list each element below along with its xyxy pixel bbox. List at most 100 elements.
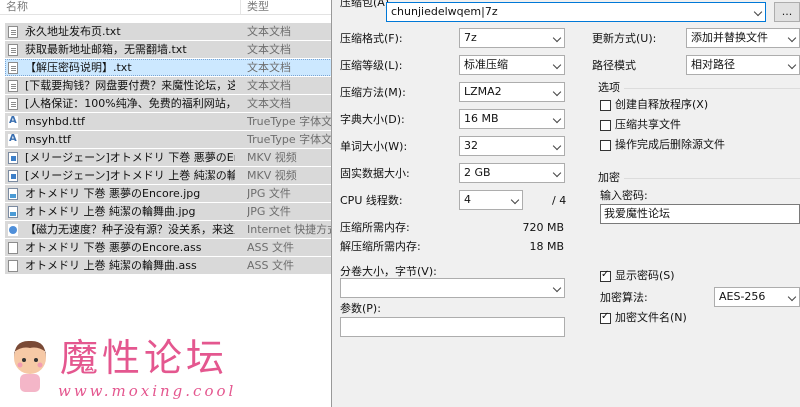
password-input[interactable]: 我爱魔性论坛 [600,204,800,224]
archive-path-combo[interactable]: chunjiedelwqem|7z [386,2,766,22]
chevron-down-icon[interactable] [510,195,520,205]
file-row[interactable]: 获取最新地址邮箱，无需翻墙.txt 文本文档 [0,41,332,59]
file-name: [下载要掏钱？网盘要付费？来魔性论坛，这... [25,79,235,92]
file-row[interactable]: [メリージェーン]オトメドリ 下巻 悪夢のEnc... MKV 视频 [0,149,332,167]
solid-size-combo[interactable]: 2 GB [459,163,565,183]
file-row[interactable]: オトメドリ 下巻 悪夢のEncore.jpg JPG 文件 [0,185,332,203]
encrypt-filenames-checkbox[interactable] [600,311,611,324]
column-type-header[interactable]: 类型 [247,0,269,14]
mem-decompress-value: 18 MB [529,240,564,253]
file-type: 文本文档 [247,43,291,56]
file-explorer-list: 名称 类型 永久地址发布页.txt 文本文档 获取最新地址邮箱，无需翻墙.txt 文本… [0,0,332,407]
word-size-value: 32 [464,139,478,152]
file-row[interactable]: 永久地址发布页.txt 文本文档 [0,23,332,41]
method-combo[interactable]: LZMA2 [459,82,565,102]
file-type: 文本文档 [247,25,291,38]
file-name: オトメドリ 上巻 純潔の輪舞曲.ass [25,259,197,272]
encryption-group-title: 加密 [598,171,620,184]
file-row[interactable]: msyh.ttf TrueType 字体文件 [0,131,332,149]
archive-label: 压缩包(A) [340,0,390,9]
file-row[interactable]: [人格保证：100%纯净、免费的福利网站，每... 文本文档 [0,95,332,113]
internet-shortcut-icon [8,224,18,236]
show-password-label[interactable]: 显示密码(S) [615,269,675,283]
chevron-down-icon[interactable] [552,87,562,97]
file-type: ASS 文件 [247,259,294,272]
mem-compress-label: 压缩所需内存: [340,221,410,234]
update-mode-combo[interactable]: 添加并替换文件 [686,28,800,48]
path-mode-value: 相对路径 [691,58,735,71]
format-combo[interactable]: 7z [459,28,565,48]
video-file-icon [8,152,18,164]
chevron-down-icon[interactable] [552,168,562,178]
path-mode-combo[interactable]: 相对路径 [686,55,800,75]
file-name: 获取最新地址邮箱，无需翻墙.txt [25,43,187,56]
file-type: 文本文档 [247,97,291,110]
file-name: 永久地址发布页.txt [25,25,121,38]
file-name: オトメドリ 下巻 悪夢のEncore.jpg [25,187,201,200]
file-type: MKV 视频 [247,169,297,182]
delete-after-checkbox[interactable] [600,140,611,151]
file-row[interactable]: オトメドリ 上巻 純潔の輪舞曲.ass ASS 文件 [0,257,332,275]
chevron-down-icon[interactable] [787,33,797,43]
word-size-combo[interactable]: 32 [459,136,565,156]
chevron-down-icon[interactable] [787,292,797,302]
file-row[interactable]: msyhbd.ttf TrueType 字体文件 [0,113,332,131]
delete-after-label[interactable]: 操作完成后删除源文件 [615,138,725,152]
file-row[interactable]: [メリージェーン]オトメドリ 上巻 純潔の輪... MKV 视频 [0,167,332,185]
cpu-threads-combo[interactable]: 4 [459,190,523,210]
column-divider[interactable] [240,0,241,14]
file-row[interactable]: オトメドリ 下巻 悪夢のEncore.ass ASS 文件 [0,239,332,257]
cpu-threads-label: CPU 线程数: [340,194,403,207]
file-type: Internet 快捷方式 [247,223,332,236]
create-sfx-label[interactable]: 创建自释放程序(X) [615,98,708,112]
split-volume-combo[interactable] [340,278,565,298]
file-type: 文本文档 [247,61,291,74]
options-group-divider [624,88,800,89]
compress-shared-checkbox[interactable] [600,120,611,131]
method-value: LZMA2 [464,85,502,98]
cpu-threads-value: 4 [464,193,471,206]
browse-button[interactable]: ... [774,2,800,22]
format-value: 7z [464,31,477,44]
file-name: 【解压密码说明】.txt [25,61,132,74]
chevron-down-icon[interactable] [552,283,562,293]
file-name: msyhbd.ttf [25,115,85,128]
update-mode-value: 添加并替换文件 [691,31,768,44]
file-type: MKV 视频 [247,151,297,164]
file-name: オトメドリ 上巻 純潔の輪舞曲.jpg [25,205,196,218]
encryption-method-label: 加密算法: [600,291,648,304]
text-file-icon [8,62,18,74]
level-label: 压缩等级(L): [340,59,403,72]
password-label: 输入密码: [600,189,648,202]
chevron-down-icon[interactable] [787,60,797,70]
level-value: 标准压缩 [464,58,508,71]
dict-size-label: 字典大小(D): [340,113,405,126]
file-type: JPG 文件 [247,187,291,200]
font-file-icon [8,115,18,128]
solid-size-label: 固实数据大小: [340,167,410,180]
method-label: 压缩方法(M): [340,86,406,99]
chevron-down-icon[interactable] [552,60,562,70]
compress-shared-label[interactable]: 压缩共享文件 [615,118,681,132]
chevron-down-icon[interactable] [552,114,562,124]
file-type: TrueType 字体文件 [247,133,332,146]
level-combo[interactable]: 标准压缩 [459,55,565,75]
encryption-group-divider [624,178,800,179]
chevron-down-icon[interactable] [552,33,562,43]
chevron-down-icon[interactable] [753,7,763,17]
encrypt-filenames-label[interactable]: 加密文件名(N) [615,311,687,325]
chevron-down-icon[interactable] [552,141,562,151]
dict-size-combo[interactable]: 16 MB [459,109,565,129]
encryption-method-combo[interactable]: AES-256 [714,287,800,307]
file-row[interactable]: 【磁力无速度？种子没有源？没关系，来这里... Internet 快捷方式 [0,221,332,239]
column-header: 名称 类型 [0,0,332,15]
create-sfx-checkbox[interactable] [600,100,611,111]
file-row[interactable]: 【解压密码说明】.txt 文本文档 [0,59,332,77]
video-file-icon [8,170,18,182]
column-name-header[interactable]: 名称 [6,0,28,14]
file-row[interactable]: [下载要掏钱？网盘要付费？来魔性论坛，这... 文本文档 [0,77,332,95]
show-password-checkbox[interactable] [600,269,611,282]
params-input[interactable] [340,317,565,337]
file-name: msyh.ttf [25,133,71,146]
file-row[interactable]: オトメドリ 上巻 純潔の輪舞曲.jpg JPG 文件 [0,203,332,221]
